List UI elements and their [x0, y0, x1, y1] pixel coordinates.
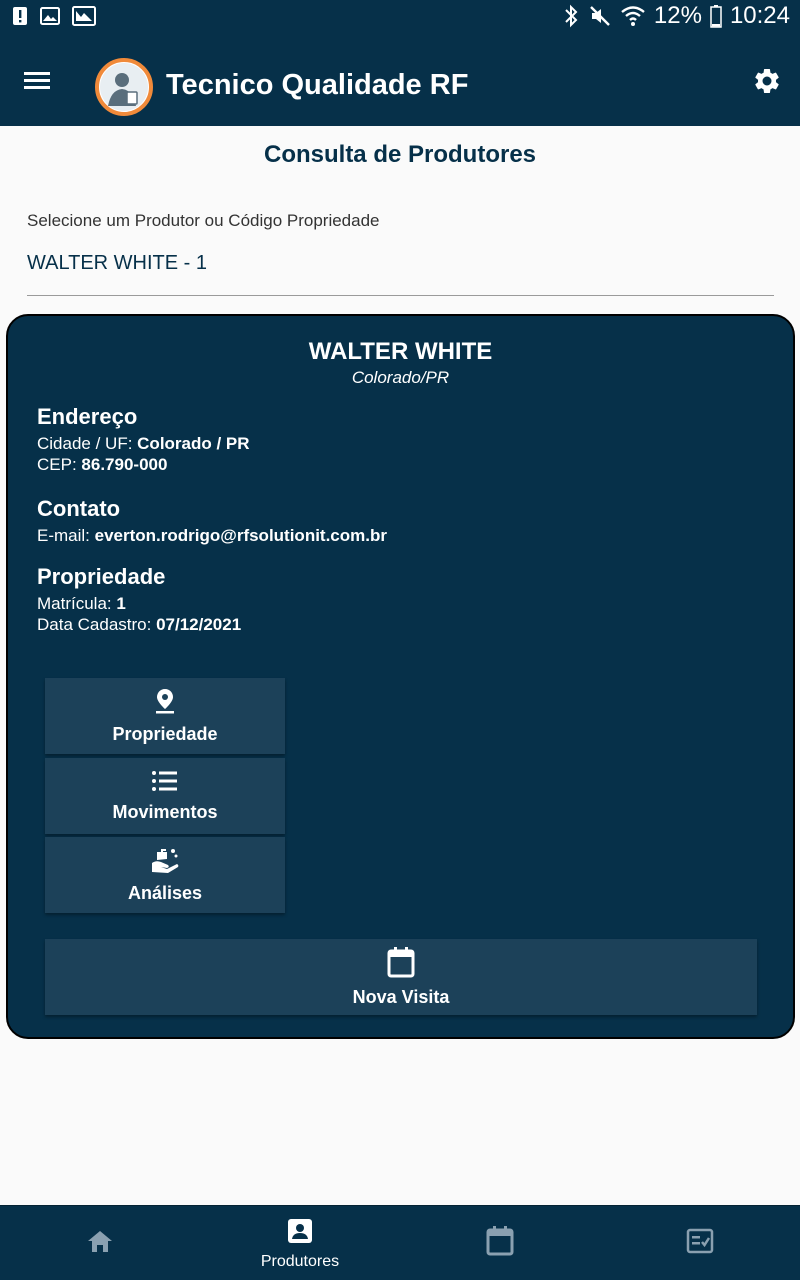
address-section: Endereço Cidade / UF: Colorado / PR CEP:… — [37, 404, 250, 475]
property-button-label: Propriedade — [112, 724, 218, 744]
clock: 10:24 — [729, 2, 790, 29]
date-label: Data Cadastro: — [37, 615, 157, 634]
analyses-button[interactable]: Análises — [45, 837, 285, 913]
property-button[interactable]: Propriedade — [45, 678, 285, 754]
producer-card: WALTER WHITE Colorado/PR Endereço Cidade… — [6, 314, 795, 1039]
mute-icon — [588, 4, 612, 28]
registration-label: Matrícula: — [37, 594, 117, 613]
home-icon — [86, 1228, 114, 1259]
nav-home[interactable] — [0, 1206, 200, 1280]
nav-producers-label: Produtores — [260, 1252, 340, 1270]
cep-label: CEP: — [37, 455, 82, 474]
email-label: E-mail: — [37, 526, 95, 545]
bluetooth-icon — [562, 4, 580, 28]
list-icon — [151, 769, 179, 798]
movements-button[interactable]: Movimentos — [45, 758, 285, 834]
alert-icon — [12, 6, 28, 26]
producer-name: WALTER WHITE — [308, 338, 493, 365]
nav-producers[interactable]: Produtores — [200, 1206, 400, 1280]
bottom-navigation: Produtores — [0, 1205, 800, 1280]
city-label: Cidade / UF: — [37, 434, 138, 453]
nav-calendar[interactable] — [400, 1206, 600, 1280]
battery-percent: 12% — [653, 2, 702, 29]
contact-section: Contato E-mail: everton.rodrigo@rfsoluti… — [37, 496, 387, 546]
menu-icon[interactable] — [22, 65, 52, 95]
contact-card-icon — [286, 1217, 314, 1250]
battery-icon — [710, 4, 722, 28]
property-section: Propriedade Matrícula: 1 Data Cadastro: … — [37, 564, 241, 635]
registration-value: 1 — [116, 594, 126, 613]
page-title: Consulta de Produtores — [263, 141, 537, 168]
app-logo — [95, 58, 153, 116]
gallery-icon — [72, 6, 96, 26]
app-title: Tecnico Qualidade RF — [166, 69, 469, 101]
hand-soap-icon — [150, 846, 180, 879]
nav-checklist[interactable] — [600, 1206, 800, 1280]
location-pin-icon — [153, 687, 177, 720]
status-bar: 12% 10:24 — [0, 0, 800, 33]
email-value: everton.rodrigo@rfsolutionit.com.br — [94, 526, 387, 545]
property-heading: Propriedade — [37, 564, 166, 589]
cep-value: 86.790-000 — [81, 455, 168, 474]
address-heading: Endereço — [37, 404, 138, 429]
calendar-icon — [386, 946, 416, 983]
analyses-button-label: Análises — [127, 883, 203, 903]
checklist-icon — [686, 1228, 714, 1259]
image-icon — [40, 6, 60, 26]
date-value: 07/12/2021 — [156, 615, 242, 634]
movements-button-label: Movimentos — [112, 802, 218, 822]
city-value: Colorado / PR — [137, 434, 250, 453]
calendar-icon — [486, 1226, 514, 1261]
app-bar: Tecnico Qualidade RF — [0, 33, 800, 126]
producer-location: Colorado/PR — [351, 368, 450, 387]
producer-select-label: Selecione um Produtor ou Código Propried… — [27, 211, 380, 230]
contact-heading: Contato — [37, 496, 121, 521]
wifi-icon — [620, 4, 646, 28]
new-visit-button[interactable]: Nova Visita — [45, 939, 757, 1015]
new-visit-button-label: Nova Visita — [352, 987, 450, 1007]
producer-select-input[interactable]: WALTER WHITE - 1 — [27, 252, 774, 296]
gear-icon[interactable] — [752, 66, 782, 96]
